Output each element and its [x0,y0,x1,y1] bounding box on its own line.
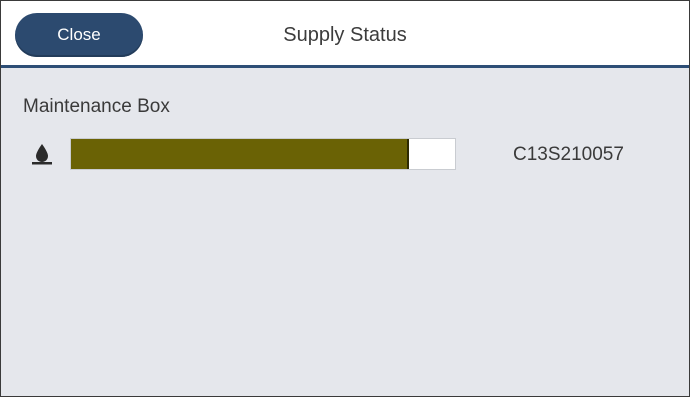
level-fill [71,139,409,169]
maintenance-box-label: Maintenance Box [23,96,170,117]
supply-status-screen: Close Supply Status Maintenance Box C13S… [0,0,690,397]
part-number: C13S210057 [513,144,624,165]
close-button[interactable]: Close [15,13,143,57]
header-bar: Close Supply Status [1,1,689,68]
ink-drop-icon [32,144,52,165]
maintenance-box-level-bar [70,138,456,170]
